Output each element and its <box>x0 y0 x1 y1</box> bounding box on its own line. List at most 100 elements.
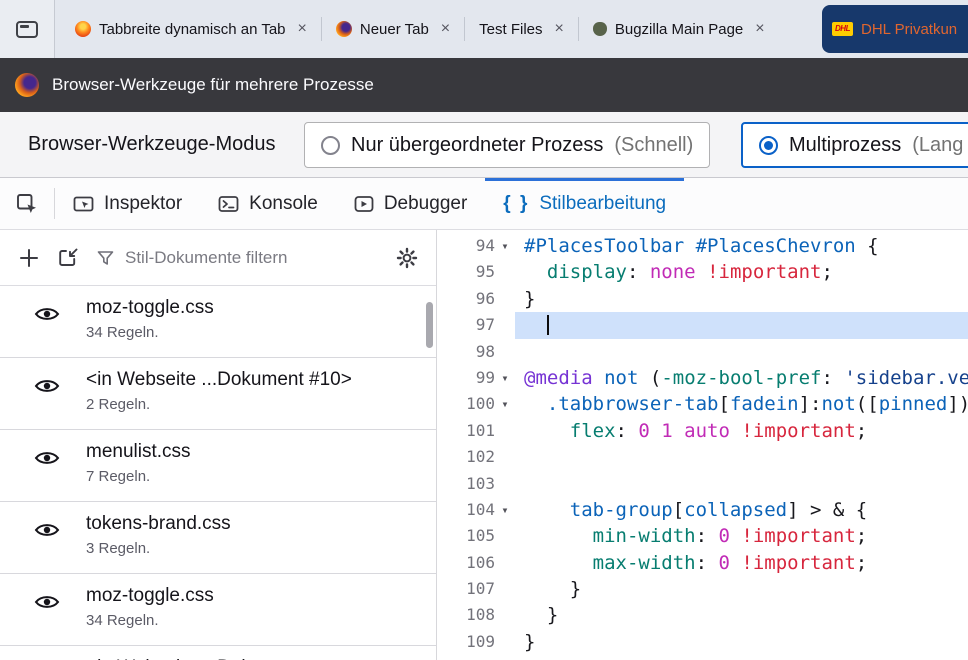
code-token: pinned <box>879 393 948 415</box>
stylesheet-item[interactable]: moz-toggle.css34 Regeln. <box>0 286 436 358</box>
code-content[interactable]: flex: 0 1 auto !important; <box>515 418 968 444</box>
code-line: 100▾ .tabbrowser-tab[fadein]:not([pinned… <box>437 391 968 417</box>
stylesheet-item[interactable]: <in Webseite ...Dokument <box>0 646 436 660</box>
stylesheet-name: moz-toggle.css <box>86 296 214 320</box>
stylesheet-rule-count: 2 Regeln. <box>86 395 352 415</box>
fold-arrow-icon[interactable]: ▾ <box>495 233 515 259</box>
gear-icon[interactable] <box>396 247 418 269</box>
code-content[interactable] <box>515 339 968 365</box>
line-number: 107 <box>466 576 495 602</box>
code-content[interactable]: } <box>515 286 968 312</box>
fold-arrow-icon[interactable]: ▾ <box>495 365 515 391</box>
code-content[interactable]: max-width: 0 !important; <box>515 550 968 576</box>
stylesheet-rule-count: 34 Regeln. <box>86 611 214 631</box>
code-content[interactable]: @media not (-moz-bool-pref: 'sidebar.ver… <box>515 365 968 391</box>
stylesheet-list: moz-toggle.css 34 Regeln. <in Webseite ...… <box>0 286 436 660</box>
option-hint: (Lang <box>912 134 963 157</box>
line-gutter: 108 <box>437 602 515 628</box>
fold-arrow-icon[interactable]: ▾ <box>495 497 515 523</box>
devtools-tab-stilbearbeitung[interactable]: { }Stilbearbeitung <box>485 178 684 229</box>
code-content[interactable]: tab-group[collapsed] > & { <box>515 497 968 523</box>
line-number: 104 <box>466 497 495 523</box>
devtools-tab-konsole[interactable]: Konsole <box>200 178 336 229</box>
code-token <box>524 393 547 415</box>
browser-tab[interactable]: Test Files× <box>465 0 578 58</box>
line-number: 101 <box>466 418 495 444</box>
code-token: ]) { <box>947 393 968 415</box>
browser-tab[interactable]: Neuer Tab× <box>322 0 464 58</box>
stylesheet-item[interactable]: moz-toggle.css 34 Regeln. <box>0 574 436 646</box>
stylesheet-filter-input[interactable] <box>123 247 323 269</box>
stylesheet-item[interactable]: tokens-brand.css3 Regeln. <box>0 502 436 574</box>
mode-option-parent-process[interactable]: Nur übergeordneter Prozess (Schnell) <box>304 122 710 168</box>
stylesheet-info: tokens-brand.css3 Regeln. <box>86 512 231 559</box>
browser-tab[interactable]: DHLDHL Privatkun <box>822 5 968 53</box>
code-content[interactable]: min-width: 0 !important; <box>515 523 968 549</box>
visibility-eye-icon[interactable] <box>34 378 60 394</box>
line-gutter: 96 <box>437 286 515 312</box>
code-content[interactable]: display: none !important; <box>515 259 968 285</box>
new-stylesheet-button[interactable] <box>18 247 40 269</box>
visibility-eye-icon[interactable] <box>34 306 60 322</box>
devtools-tab-debugger[interactable]: Debugger <box>336 178 485 229</box>
code-content[interactable] <box>515 444 968 470</box>
stylesheet-name: moz-toggle.css <box>86 584 214 608</box>
line-number: 108 <box>466 602 495 628</box>
pick-element-button[interactable] <box>0 178 54 229</box>
visibility-eye-icon[interactable] <box>34 450 60 466</box>
code-line: 104▾ tab-group[collapsed] > & { <box>437 497 968 523</box>
code-token: : <box>616 420 639 442</box>
radio-multiprocess[interactable] <box>759 136 778 155</box>
sidebar-scrollbar-thumb[interactable] <box>426 302 433 348</box>
tab-title: DHL Privatkun <box>861 21 957 38</box>
stylesheet-info: moz-toggle.css 34 Regeln. <box>86 584 214 631</box>
code-token: display <box>547 261 627 283</box>
code-content[interactable]: } <box>515 629 968 655</box>
code-token <box>730 552 741 574</box>
line-number: 100 <box>466 391 495 417</box>
tab-close-button[interactable]: × <box>755 20 764 38</box>
tab-close-button[interactable]: × <box>298 20 307 38</box>
mode-option-multiprocess[interactable]: Multiprozess (Lang <box>741 122 968 168</box>
stylesheet-item[interactable]: menulist.css7 Regeln. <box>0 430 436 502</box>
code-token: ([ <box>856 393 879 415</box>
line-number: 102 <box>466 444 495 470</box>
code-token: !important <box>741 552 855 574</box>
code-line: 97 <box>437 312 968 338</box>
code-line: 94▾#PlacesToolbar #PlacesChevron { <box>437 233 968 259</box>
option-label: Multiprozess <box>789 134 901 157</box>
stylesheet-rule-count: 3 Regeln. <box>86 539 231 559</box>
firefox-view-button[interactable] <box>0 0 55 58</box>
browser-tab[interactable]: Tabbreite dynamisch an Tab × <box>61 0 321 58</box>
import-stylesheet-button[interactable] <box>58 248 79 268</box>
tab-close-button[interactable]: × <box>441 20 450 38</box>
stylesheet-item[interactable]: <in Webseite ...Dokument #10>2 Regeln. <box>0 358 436 430</box>
visibility-eye-icon[interactable] <box>34 522 60 538</box>
fold-arrow-icon[interactable]: ▾ <box>495 391 515 417</box>
code-token <box>524 525 593 547</box>
tab-close-button[interactable]: × <box>555 20 564 38</box>
code-content[interactable] <box>515 471 968 497</box>
code-content[interactable]: } <box>515 602 968 628</box>
tab-title: Bugzilla Main Page <box>615 21 743 38</box>
browser-tab[interactable]: Bugzilla Main Page × <box>579 0 779 58</box>
devtools-tab-inspektor[interactable]: Inspektor <box>55 178 200 229</box>
code-content[interactable]: #PlacesToolbar #PlacesChevron { <box>515 233 968 259</box>
line-gutter: 105 <box>437 523 515 549</box>
style-editor-panel: moz-toggle.css 34 Regeln. <in Webseite ...… <box>0 230 968 660</box>
code-token: 0 <box>718 552 729 574</box>
line-gutter: 104▾ <box>437 497 515 523</box>
visibility-eye-icon[interactable] <box>34 594 60 610</box>
tab-title: Tabbreite dynamisch an Tab <box>99 21 286 38</box>
radio-parent-process[interactable] <box>321 136 340 155</box>
code-token: ( <box>638 367 661 389</box>
css-editor[interactable]: 94▾#PlacesToolbar #PlacesChevron {95 dis… <box>437 230 968 660</box>
code-content[interactable] <box>515 312 968 338</box>
code-token: } <box>524 578 581 600</box>
toolbox-titlebar: Browser-Werkzeuge für mehrere Prozesse <box>0 58 968 112</box>
code-content[interactable]: .tabbrowser-tab[fadein]:not([pinned]) { <box>515 391 968 417</box>
devtools-toolbar: InspektorKonsoleDebugger{ }Stilbearbeitu… <box>0 178 968 230</box>
code-content[interactable]: } <box>515 576 968 602</box>
line-gutter: 102 <box>437 444 515 470</box>
code-token: : <box>696 525 719 547</box>
